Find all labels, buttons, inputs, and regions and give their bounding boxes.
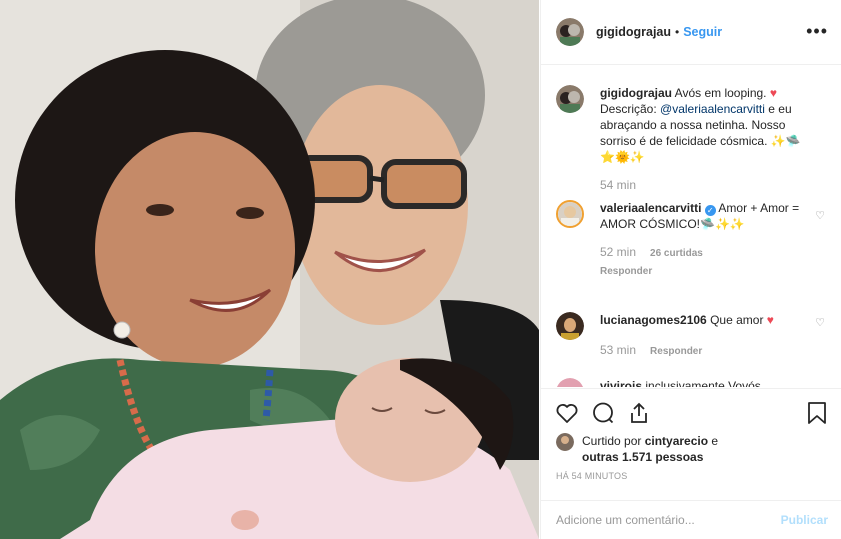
photo-image (0, 0, 539, 539)
caption-text-1: Avós em looping. (674, 86, 770, 100)
red-heart-icon: ♥ (766, 313, 774, 327)
comment-avatar[interactable] (556, 378, 584, 387)
post-header: gigidograjau • Seguir ••• (541, 0, 841, 65)
caption-emoji-line: ⭐🌞✨ (600, 150, 645, 164)
comment-username[interactable]: valeriaalencarvitti (600, 201, 701, 215)
reply-button[interactable]: Responder (600, 266, 652, 277)
liker-username[interactable]: cintyarecio (645, 434, 708, 448)
liker-avatar[interactable] (556, 433, 574, 451)
comment-username[interactable]: vivirois (600, 379, 642, 387)
comment-bubble-icon[interactable] (591, 401, 615, 425)
comment-time[interactable]: 53 min (600, 343, 636, 357)
share-icon[interactable] (627, 401, 651, 425)
comment-body: lucianagomes2106 Que amor ♥ 53 min Respon… (600, 312, 810, 360)
comment-meta: 53 min Responder (600, 342, 810, 360)
like-comment-icon[interactable]: ♡ (815, 316, 825, 329)
comments-list[interactable]: gigidograjau Avós em looping. ♥ Descriçã… (541, 66, 841, 387)
likes-summary: Curtido por cintyarecio e outras 1.571 p… (556, 433, 782, 465)
caption-username[interactable]: gigidograjau (600, 86, 672, 100)
comment-time[interactable]: 52 min (600, 245, 636, 259)
caption-mention[interactable]: @valeriaalencarvitti (660, 102, 765, 116)
author-avatar[interactable] (556, 18, 584, 46)
separator-dot: • (675, 25, 680, 39)
caption-body: gigidograjau Avós em looping. ♥ Descriçã… (600, 85, 810, 193)
comment-body: vivirois inclusivamente Vovós (600, 378, 810, 387)
likes-prefix: Curtido por (582, 434, 645, 448)
action-icons (555, 401, 651, 425)
heart-outline-icon[interactable] (555, 401, 579, 425)
like-comment-icon[interactable]: ♡ (815, 209, 825, 222)
likes-middle: e (708, 434, 719, 448)
post-side-panel: gigidograjau • Seguir ••• gigidograjau A… (540, 0, 841, 539)
add-comment-bar: Adicione um comentário... Publicar (541, 500, 841, 539)
caption-time[interactable]: 54 min (600, 178, 636, 192)
more-options-icon[interactable]: ••• (806, 22, 828, 40)
comment-avatar[interactable] (556, 200, 584, 228)
verified-badge-icon: ✓ (704, 205, 716, 216)
likes-count[interactable]: outras 1.571 pessoas (582, 450, 703, 464)
post-timestamp[interactable]: HÁ 54 MINUTOS (556, 471, 627, 481)
likes-text: Curtido por cintyarecio e outras 1.571 p… (582, 433, 782, 465)
comment-text: inclusivamente Vovós (645, 379, 761, 387)
red-heart-icon: ♥ (769, 86, 777, 100)
caption-text-2: Descrição: (600, 102, 661, 116)
bookmark-icon[interactable] (806, 401, 828, 425)
comment-input[interactable]: Adicione um comentário... (556, 513, 695, 527)
comment-likes[interactable]: 26 curtidas (650, 248, 703, 259)
publish-button[interactable]: Publicar (781, 513, 828, 527)
comment-avatar[interactable] (556, 312, 584, 340)
author-username[interactable]: gigidograjau (596, 25, 671, 39)
caption-avatar[interactable] (556, 85, 584, 113)
post-actions: Curtido por cintyarecio e outras 1.571 p… (541, 388, 841, 538)
comment-text: Que amor (710, 313, 767, 327)
follow-button[interactable]: Seguir (683, 25, 722, 39)
reply-button[interactable]: Responder (650, 346, 702, 357)
caption-meta: 54 min (600, 177, 810, 193)
post-photo[interactable] (0, 0, 539, 539)
comment-username[interactable]: lucianagomes2106 (600, 313, 707, 327)
comment-body: valeriaalencarvitti ✓ Amor + Amor = AMOR… (600, 200, 810, 280)
comment-meta: 52 min 26 curtidas Responder (600, 244, 810, 280)
